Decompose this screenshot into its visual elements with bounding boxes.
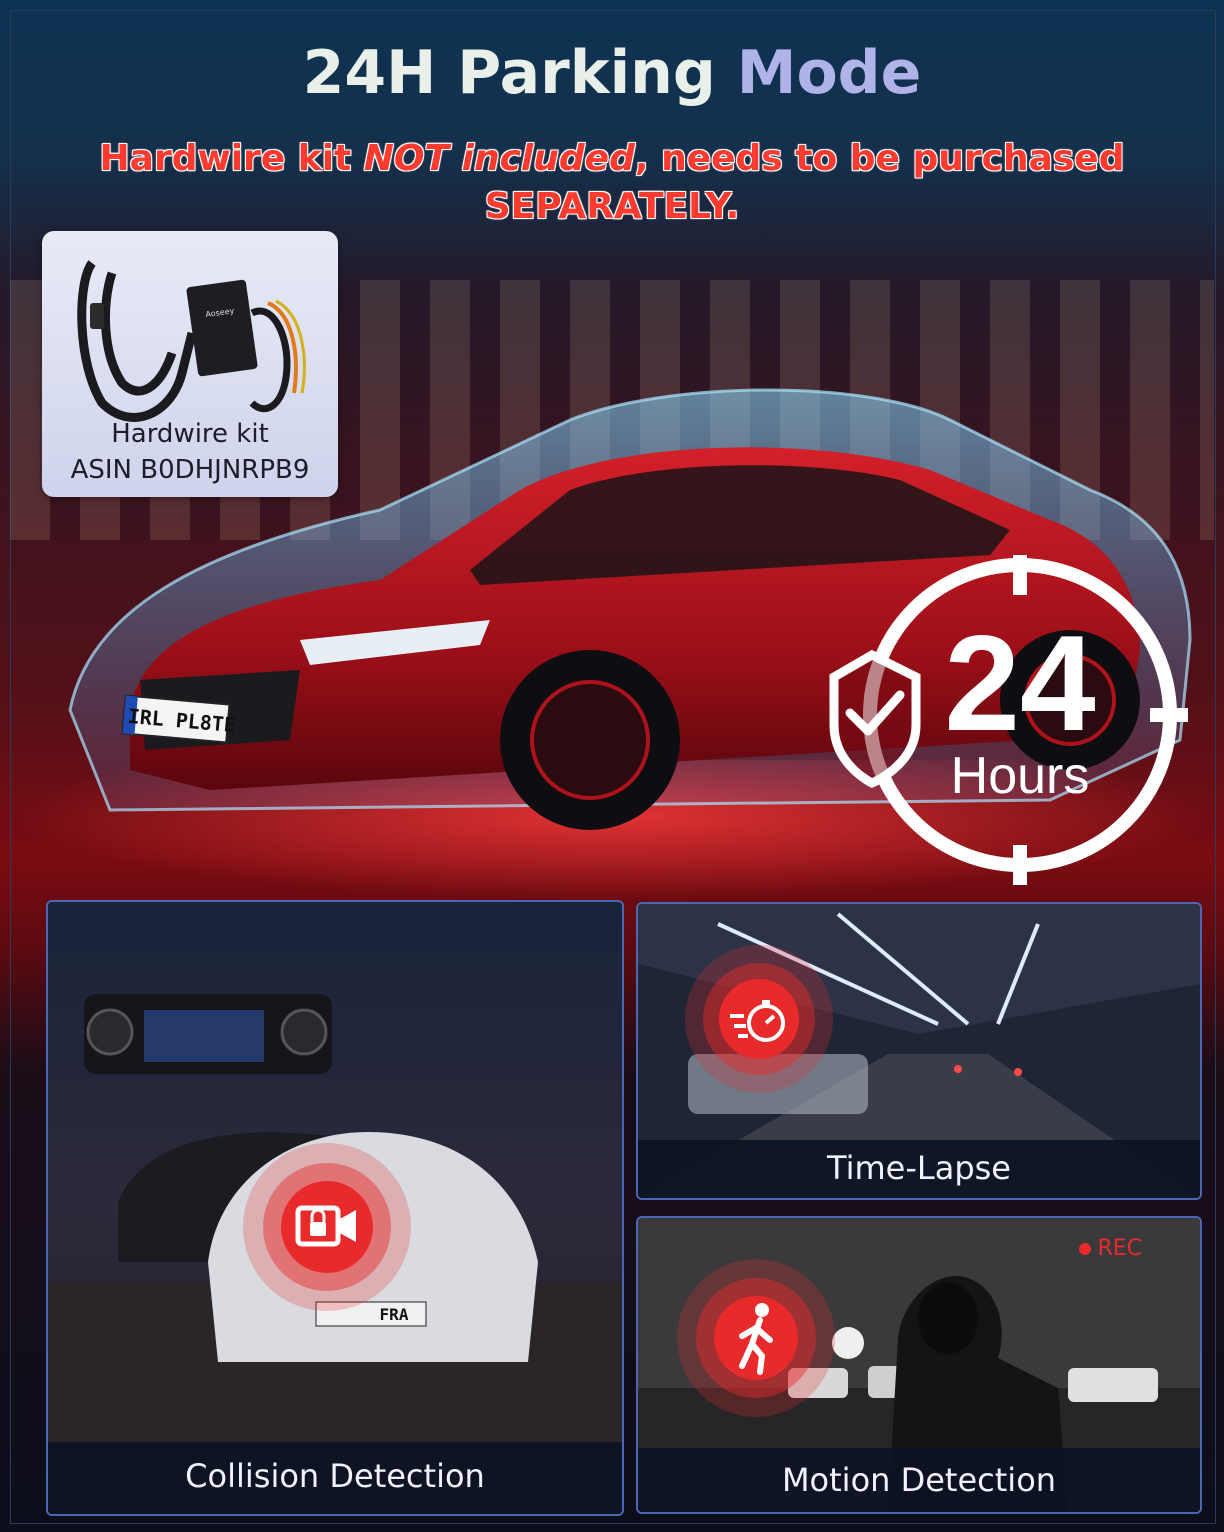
shield-check-icon [829, 649, 921, 788]
24-hours-badge: 24 Hours [829, 555, 1188, 885]
badge-number: 24 [944, 607, 1095, 759]
badge-unit: Hours [951, 747, 1090, 805]
title-part1: 24H Parking [302, 38, 716, 108]
notice-line1-a: Hardwire kit [99, 138, 364, 179]
notice-line1: Hardwire kit NOT included, needs to be p… [0, 138, 1224, 179]
product-banner: 24H Parking Mode Hardwire kit NOT includ… [0, 0, 1224, 1532]
feature-panel-motion: REC Motion Detection [636, 1216, 1202, 1514]
collision-caption: Collision Detection [185, 1457, 485, 1495]
notice-line1-b: , needs to be purchased [634, 138, 1125, 179]
motion-caption: Motion Detection [781, 1461, 1057, 1499]
stopwatch-icon [685, 945, 833, 1093]
converter-module [186, 279, 258, 377]
page-title: 24H Parking Mode [0, 38, 1224, 108]
collision-caption-bar: Collision Detection [48, 1442, 622, 1514]
rec-dot-icon [1079, 1243, 1092, 1255]
hardwire-kit-title: Hardwire kit [111, 419, 269, 449]
camera-lock-icon [243, 1143, 411, 1311]
timelapse-caption-bar: Time-Lapse [638, 1140, 1200, 1198]
feature-panel-collision: FRA Collision Detection [46, 900, 624, 1516]
feature-panel-timelapse: Time-Lapse [636, 902, 1202, 1200]
rec-label: REC [1097, 1236, 1142, 1261]
hardwire-kit-card: Aoseey Hardwire kit ASIN B0DHJNRPB9 [42, 231, 338, 497]
motion-caption-bar: Motion Detection [638, 1448, 1200, 1512]
notice-emphasis: NOT included [363, 138, 635, 179]
walking-person-icon [677, 1259, 835, 1417]
rec-indicator: REC [1079, 1236, 1142, 1261]
hardwire-cable-icon: Aoseey [77, 260, 306, 422]
timelapse-caption: Time-Lapse [827, 1149, 1011, 1187]
notice-line2: SEPARATELY. [484, 186, 740, 227]
title-part2: Mode [736, 38, 922, 108]
hardwire-kit-asin: ASIN B0DHJNRPB9 [70, 455, 310, 485]
